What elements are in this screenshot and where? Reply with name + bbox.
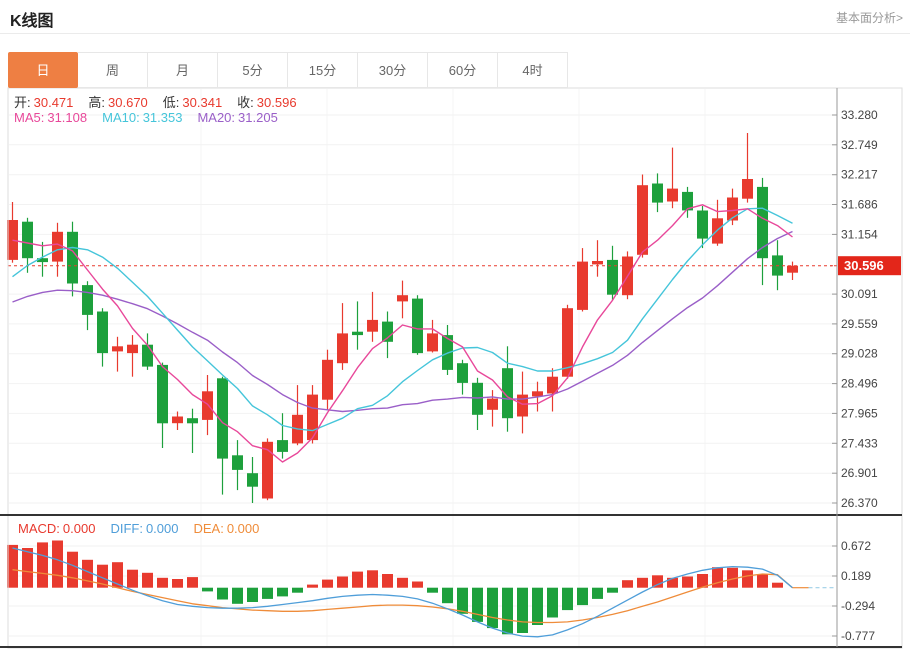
tab-4时[interactable]: 4时 <box>498 52 568 88</box>
ma-legend: MA5:31.108 MA10:31.353 MA20:31.205 <box>14 110 278 125</box>
period-tabs: 日周月5分15分30分60分4时 <box>8 52 568 88</box>
tab-60分[interactable]: 60分 <box>428 52 498 88</box>
svg-text:30.596: 30.596 <box>844 258 884 273</box>
legend-item: 高:30.670 <box>88 92 147 111</box>
tab-30分[interactable]: 30分 <box>358 52 428 88</box>
ohlc-legend: 开:30.471 高:30.670 低:30.341 收:30.596 <box>14 92 297 111</box>
svg-text:28.496: 28.496 <box>841 377 878 391</box>
svg-text:30.091: 30.091 <box>841 287 878 301</box>
current-price-badge: 30.596 <box>830 256 901 275</box>
price-axis: 33.280 32.749 32.217 31.686 31.154 30.091 29.5… <box>832 108 878 510</box>
legend-item: DIFF:0.000 <box>110 521 178 536</box>
legend-item: DEA:0.000 <box>193 521 259 536</box>
macd-axis: 0.672 0.189 -0.294 -0.777 <box>832 539 875 643</box>
legend-item: MA10:31.353 <box>102 110 182 125</box>
svg-text:-0.777: -0.777 <box>841 629 875 643</box>
svg-text:26.901: 26.901 <box>841 466 878 480</box>
svg-text:27.433: 27.433 <box>841 436 878 450</box>
svg-text:29.559: 29.559 <box>841 317 878 331</box>
legend-item: MACD:0.000 <box>18 521 95 536</box>
svg-text:31.154: 31.154 <box>841 227 878 241</box>
svg-text:27.965: 27.965 <box>841 406 878 420</box>
tab-15分[interactable]: 15分 <box>288 52 358 88</box>
svg-text:0.189: 0.189 <box>841 569 871 583</box>
svg-text:32.217: 32.217 <box>841 168 878 182</box>
legend-item: MA5:31.108 <box>14 110 87 125</box>
svg-text:33.280: 33.280 <box>841 108 878 122</box>
tab-5分[interactable]: 5分 <box>218 52 288 88</box>
svg-text:-0.294: -0.294 <box>841 599 875 613</box>
macd-lines <box>13 548 837 637</box>
tab-月[interactable]: 月 <box>148 52 218 88</box>
svg-text:31.686: 31.686 <box>841 198 878 212</box>
legend-item: 开:30.471 <box>14 92 73 111</box>
ma-lines <box>13 205 793 462</box>
svg-text:29.028: 29.028 <box>841 347 878 361</box>
legend-item: 低:30.341 <box>163 92 222 111</box>
macd-histogram <box>7 541 783 635</box>
legend-item: MA20:31.205 <box>197 110 277 125</box>
tab-日[interactable]: 日 <box>8 52 78 88</box>
svg-text:0.672: 0.672 <box>841 539 871 553</box>
svg-text:26.370: 26.370 <box>841 496 878 510</box>
tab-周[interactable]: 周 <box>78 52 148 88</box>
macd-legend: MACD:0.000 DIFF:0.000 DEA:0.000 <box>18 521 259 536</box>
svg-text:32.749: 32.749 <box>841 138 878 152</box>
legend-item: 收:30.596 <box>237 92 296 111</box>
